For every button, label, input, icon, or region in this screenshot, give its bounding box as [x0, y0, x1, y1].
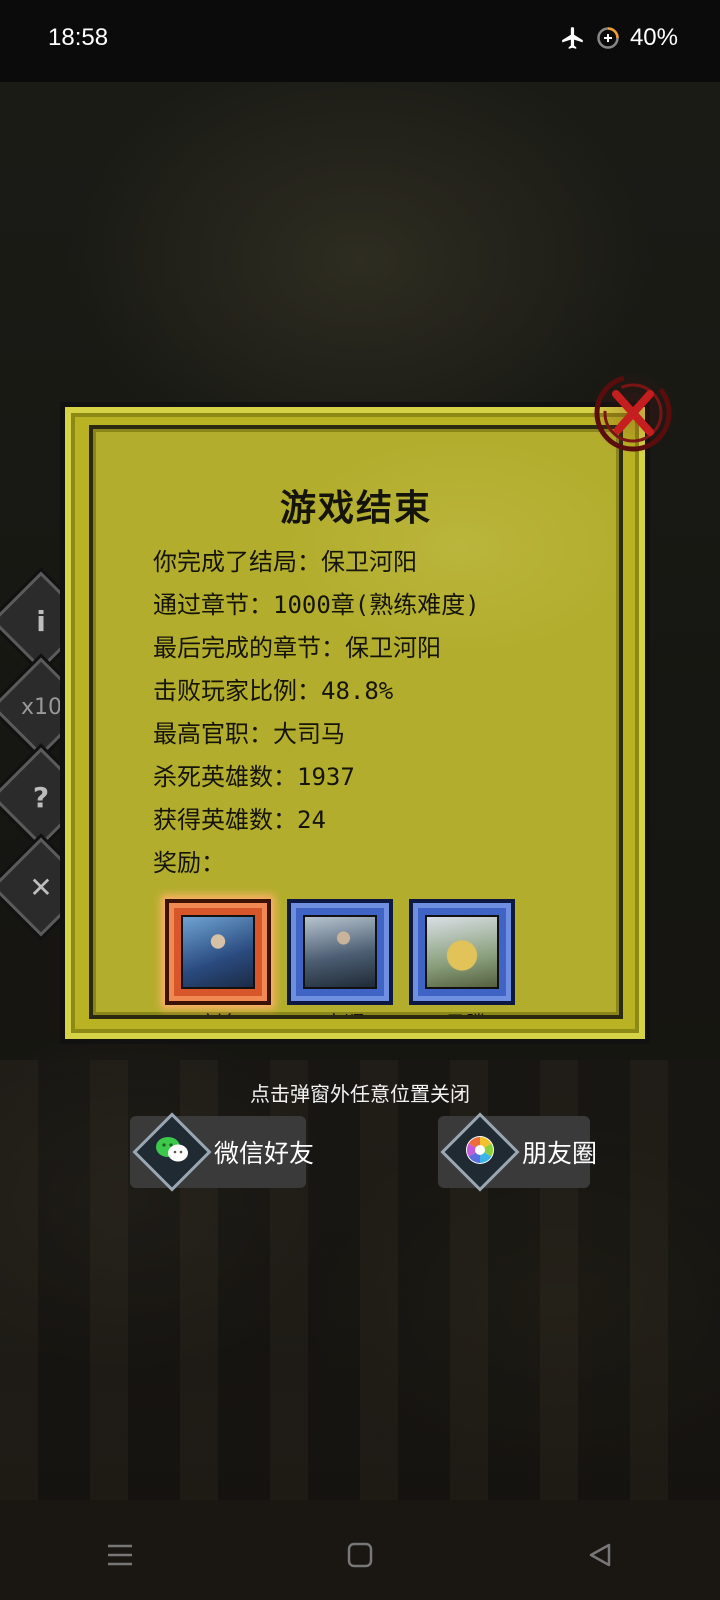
share-moments-label: 朋友圈: [522, 1139, 598, 1168]
menu-nav-icon[interactable]: [100, 1535, 140, 1575]
reward-hero-card[interactable]: 高顺: [287, 899, 393, 1015]
rewards-label: 奖励：: [153, 849, 225, 877]
close-icon: [590, 370, 676, 456]
hero-portrait: [181, 915, 255, 989]
dialog-title: 游戏结束: [279, 488, 432, 529]
defeat-ratio-line: 击败玩家比例：48.8%: [153, 677, 394, 705]
wechat-icon: [155, 1135, 189, 1169]
battery-icon: [596, 26, 620, 50]
moments-icon-frame: [440, 1112, 520, 1192]
last-chapter-line: 最后完成的章节：保卫河阳: [153, 634, 441, 662]
airplane-mode-icon: [560, 25, 586, 51]
share-wechat-button[interactable]: 微信好友: [130, 1112, 314, 1192]
home-nav-icon[interactable]: [340, 1535, 380, 1575]
status-bar: 18:58 40%: [0, 0, 720, 82]
battery-level: 40%: [629, 24, 678, 51]
result-info-list: 你完成了结局：保卫河阳 通过章节：1000章(熟练难度) 最后完成的章节：保卫河…: [153, 541, 480, 885]
highest-rank-line: 最高官职：大司马: [153, 720, 345, 748]
status-time: 18:58: [48, 24, 109, 51]
chapters-passed-line: 通过章节：1000章(熟练难度): [153, 591, 480, 619]
close-hint-text: 点击弹窗外任意位置关闭: [250, 1082, 470, 1106]
ending-line: 你完成了结局：保卫河阳: [153, 548, 417, 576]
reward-hero-card[interactable]: 马腾: [409, 899, 515, 1015]
heroes-killed-line: 杀死英雄数：1937: [153, 763, 355, 791]
heroes-obtained-line: 获得英雄数：24: [153, 806, 326, 834]
reward-hero-name: 马腾: [413, 1007, 519, 1015]
system-nav-bar: [0, 1510, 720, 1600]
hero-portrait: [303, 915, 377, 989]
back-nav-icon[interactable]: [580, 1535, 620, 1575]
reward-hero-card[interactable]: 刘备: [165, 899, 271, 1015]
reward-hero-name: 刘备: [169, 1007, 275, 1015]
wechat-icon-frame: [132, 1112, 212, 1192]
reward-list: 刘备 高顺 马腾: [165, 899, 515, 1015]
close-button[interactable]: [590, 370, 676, 456]
status-icons: 40%: [560, 24, 678, 52]
background-buildings: [0, 1060, 720, 1500]
dialog-panel: 游戏结束 你完成了结局：保卫河阳 通过章节：1000章(熟练难度) 最后完成的章…: [89, 425, 623, 1019]
hero-portrait: [425, 915, 499, 989]
share-moments-button[interactable]: 朋友圈: [438, 1112, 597, 1192]
game-over-dialog: 游戏结束 你完成了结局：保卫河阳 通过章节：1000章(熟练难度) 最后完成的章…: [60, 402, 650, 1044]
moments-icon: [464, 1134, 496, 1170]
reward-hero-name: 高顺: [291, 1007, 397, 1015]
share-wechat-label: 微信好友: [214, 1139, 315, 1168]
